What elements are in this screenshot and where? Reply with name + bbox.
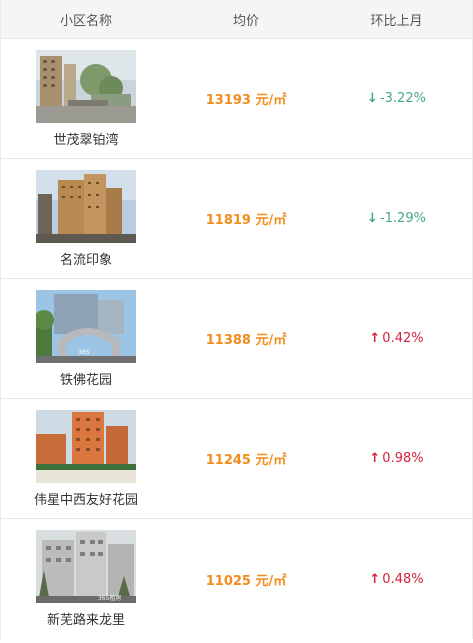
community-photo[interactable]: 365租房 [36,530,136,603]
mom-change: ↑ 0.98% [321,451,472,466]
header-community-name: 小区名称 [59,13,112,29]
price-value: 11245 [205,453,251,468]
community-cell: 365租房 新芜路来龙里 [1,530,171,628]
price-unit: 元/㎡ [255,333,287,348]
mom-change: ↑ 0.48% [321,572,472,587]
change-value: -3.22% [379,91,426,106]
price-value: 11388 [205,333,251,348]
header-mom-change: 环比上月 [370,13,423,29]
community-name[interactable]: 新芜路来龙里 [47,609,125,628]
svg-text:365租房: 365租房 [98,594,121,602]
community-photo[interactable] [36,169,136,243]
svg-text:365: 365 [78,349,90,356]
avg-price: 11025 元/㎡ [171,570,321,589]
price-unit: 元/㎡ [255,453,287,468]
price-unit: 元/㎡ [255,573,287,589]
avg-price: 11819 元/㎡ [171,209,321,228]
header-avg-price: 均价 [232,13,259,29]
community-cell: 名流印象 [1,169,171,268]
community-photo[interactable]: 365 [36,289,136,363]
community-name[interactable]: 铁佛花园 [60,369,112,388]
community-name[interactable]: 名流印象 [60,249,112,268]
change-value: 0.98% [382,451,424,466]
table-header: 小区名称 均价 环比上月 [1,0,472,39]
mom-change: ↓ -3.22% [321,91,472,106]
avg-price: 11388 元/㎡ [171,329,321,348]
arrow-up-icon: ↑ [369,571,381,587]
price-value: 11025 [205,573,251,589]
table-row[interactable]: 名流印象 11819 元/㎡ ↓ -1.29% [1,159,472,279]
price-value: 13193 [205,93,251,108]
community-name[interactable]: 世茂翠铂湾 [53,129,118,148]
mom-change: ↑ 0.42% [321,331,472,346]
change-value: 0.42% [382,331,424,346]
price-value: 11819 [205,213,251,228]
arrow-down-icon: ↓ [367,91,378,106]
avg-price: 11245 元/㎡ [171,449,321,468]
community-cell: 伟星中西友好花园 [1,409,171,508]
avg-price: 13193 元/㎡ [171,89,321,108]
change-value: -1.29% [379,211,426,226]
community-photo[interactable] [36,409,136,483]
arrow-up-icon: ↑ [369,331,381,346]
mom-change: ↓ -1.29% [321,211,472,226]
change-value: 0.48% [382,571,424,587]
community-cell: 世茂翠铂湾 [1,49,171,148]
price-unit: 元/㎡ [255,213,287,228]
community-photo[interactable] [36,49,136,123]
table-row[interactable]: 365租房 新芜路来龙里 11025 元/㎡ ↑ 0.48% [1,519,472,639]
arrow-up-icon: ↑ [369,451,381,466]
table-row[interactable]: 伟星中西友好花园 11245 元/㎡ ↑ 0.98% [1,399,472,519]
community-cell: 365 铁佛花园 [1,289,171,388]
price-table: 小区名称 均价 环比上月 世茂翠铂湾 13193 元/㎡ ↓ -3.22% 名流… [0,0,473,639]
price-unit: 元/㎡ [255,93,287,108]
community-name[interactable]: 伟星中西友好花园 [34,489,138,508]
arrow-down-icon: ↓ [367,211,378,226]
table-row[interactable]: 世茂翠铂湾 13193 元/㎡ ↓ -3.22% [1,39,472,159]
table-row[interactable]: 365 铁佛花园 11388 元/㎡ ↑ 0.42% [1,279,472,399]
